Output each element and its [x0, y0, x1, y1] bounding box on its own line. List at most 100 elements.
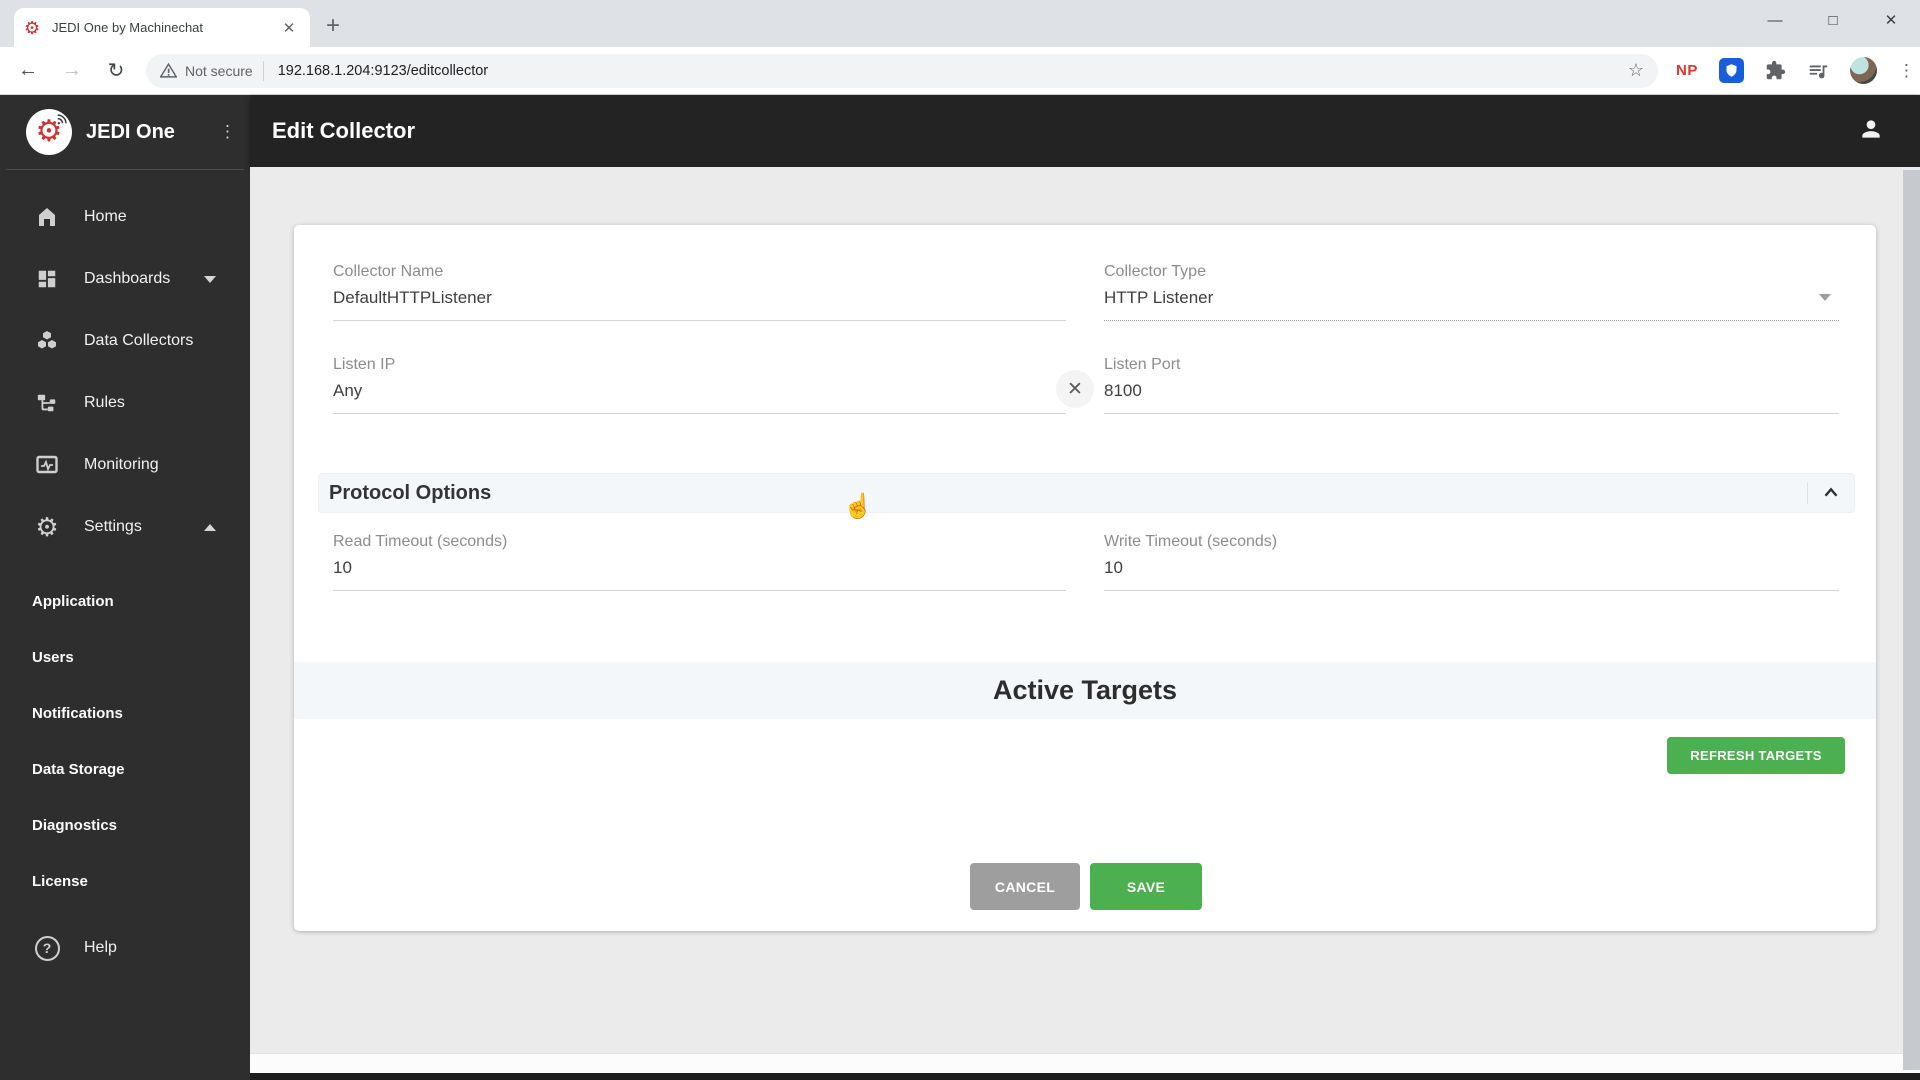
listen-port-field: Listen Port [1104, 356, 1839, 414]
sidebar-item-rules[interactable]: Rules [0, 372, 250, 434]
dropdown-caret-icon [1819, 294, 1831, 301]
jedi-one-logo-icon: ⚙ [26, 109, 72, 155]
sidebar-item-label: Dashboards [84, 270, 171, 287]
collector-name-label: Collector Name [333, 263, 444, 280]
tab-close-icon[interactable]: ✕ [278, 19, 300, 37]
sidebar-brand: ⚙ JEDI One ⋮ [0, 95, 250, 169]
back-icon[interactable]: ← [6, 59, 50, 82]
cancel-button[interactable]: CANCEL [970, 863, 1080, 910]
sub-item-label: Users [32, 648, 74, 666]
sidebar-item-dashboards[interactable]: Dashboards [0, 248, 250, 310]
sidebar-item-help[interactable]: ? Help [0, 917, 250, 979]
screen: ⚙ JEDI One by Machinechat ✕ + — □ ✕ ← → … [0, 0, 1920, 1080]
bottom-dark-strip [250, 1073, 1920, 1080]
bookmark-star-icon[interactable]: ☆ [1628, 60, 1644, 81]
signal-icon [57, 114, 67, 125]
rules-icon [34, 390, 60, 416]
protocol-options-title: Protocol Options [329, 481, 492, 504]
sidebar-item-monitoring[interactable]: Monitoring [0, 434, 250, 496]
page-title: Edit Collector [272, 118, 416, 143]
collector-type-label: Collector Type [1104, 263, 1206, 280]
brand-name: JEDI One [86, 120, 175, 143]
media-queue-icon[interactable] [1807, 60, 1829, 82]
sidebar-item-data-storage[interactable]: Data Storage [0, 741, 250, 797]
app-header: Edit Collector [250, 95, 1920, 167]
chevron-up-icon [204, 523, 216, 531]
bitwarden-shield-icon[interactable] [1718, 58, 1744, 83]
collector-type-select[interactable]: HTTP Listener [1104, 288, 1839, 321]
sub-item-label: Notifications [32, 704, 123, 722]
home-icon [34, 204, 60, 230]
sidebar-item-label: Rules [84, 394, 125, 411]
sidebar-menu-dots-icon[interactable]: ⋮ [219, 122, 236, 142]
refresh-targets-button[interactable]: REFRESH TARGETS [1667, 737, 1845, 774]
edit-collector-card: Collector Name Collector Type HTTP Liste… [294, 225, 1876, 931]
listen-ip-label: Listen IP [333, 356, 396, 373]
listen-ip-input[interactable] [333, 381, 1066, 414]
browser-menu-icon[interactable]: ⋮ [1898, 61, 1915, 81]
write-timeout-label: Write Timeout (seconds) [1104, 533, 1278, 550]
chevron-down-icon [204, 275, 216, 283]
page-scrollbar[interactable] [1903, 170, 1920, 1070]
settings-gear-icon: ⚙ [35, 511, 59, 542]
window-minimize-icon[interactable]: — [1746, 0, 1804, 40]
sidebar-divider [6, 169, 244, 170]
clear-icon[interactable]: ✕ [1056, 370, 1094, 408]
forward-icon[interactable]: → [50, 59, 94, 82]
listen-port-label: Listen Port [1104, 356, 1181, 373]
sidebar-item-label: Help [84, 939, 117, 956]
data-collectors-icon [34, 328, 60, 354]
sidebar-item-data-collectors[interactable]: Data Collectors [0, 310, 250, 372]
omnibox-divider [262, 60, 264, 81]
sidebar: ⚙ JEDI One ⋮ Home Dashboards Data Collec… [0, 95, 250, 1080]
browser-toolbar: ← → ↻ Not secure 192.168.1.204:9123/edit… [0, 47, 1920, 95]
footer-strip [250, 1053, 1920, 1073]
read-timeout-field: Read Timeout (seconds) [333, 533, 1066, 591]
main-content: Collector Name Collector Type HTTP Liste… [250, 167, 1920, 1080]
monitoring-icon [34, 452, 60, 478]
sub-item-label: Application [32, 592, 114, 610]
new-tab-button[interactable]: + [326, 13, 340, 39]
listen-port-input[interactable] [1104, 381, 1839, 414]
profile-avatar[interactable] [1849, 57, 1877, 84]
read-timeout-label: Read Timeout (seconds) [333, 533, 508, 550]
read-timeout-input[interactable] [333, 558, 1066, 591]
account-icon[interactable] [1858, 116, 1884, 147]
security-label: Not secure [185, 62, 253, 79]
sidebar-item-users[interactable]: Users [0, 629, 250, 685]
dashboards-icon [34, 266, 60, 292]
sub-item-label: Data Storage [32, 760, 125, 778]
sidebar-item-label: Data Collectors [84, 332, 194, 349]
collector-type-field: Collector Type HTTP Listener [1104, 263, 1839, 321]
sidebar-item-home[interactable]: Home [0, 186, 250, 248]
sidebar-item-label: Home [84, 208, 127, 225]
sidebar-item-application[interactable]: Application [0, 573, 250, 629]
sidebar-item-license[interactable]: License [0, 853, 250, 909]
window-close-icon[interactable]: ✕ [1862, 0, 1920, 40]
tab-title: JEDI One by Machinechat [52, 20, 204, 35]
address-bar[interactable]: Not secure 192.168.1.204:9123/editcollec… [146, 53, 1658, 88]
collector-name-input[interactable] [333, 288, 1066, 321]
extensions-puzzle-icon[interactable] [1765, 60, 1786, 81]
reload-icon[interactable]: ↻ [94, 58, 138, 83]
window-maximize-icon[interactable]: □ [1804, 0, 1862, 40]
url-text: 192.168.1.204:9123/editcollector [277, 62, 489, 79]
sidebar-item-label: Settings [84, 518, 142, 535]
browser-tab[interactable]: ⚙ JEDI One by Machinechat ✕ [14, 8, 310, 47]
collapse-chevron-icon[interactable] [1808, 482, 1854, 504]
sidebar-item-settings[interactable]: ⚙ Settings [0, 496, 250, 558]
extensions-area: NP ⋮ [1676, 57, 1915, 84]
sub-item-label: Diagnostics [32, 816, 118, 834]
protocol-options-header[interactable]: Protocol Options [318, 473, 1855, 513]
warning-icon [160, 62, 177, 78]
sidebar-nav: Home Dashboards Data Collectors Rules Mo… [0, 186, 250, 979]
sidebar-item-notifications[interactable]: Notifications [0, 685, 250, 741]
save-button[interactable]: SAVE [1090, 863, 1202, 910]
settings-submenu: Application Users Notifications Data Sto… [0, 573, 250, 909]
listen-ip-field: Listen IP ✕ [333, 356, 1094, 414]
site-favicon-icon: ⚙ [24, 17, 41, 38]
np-extension-icon[interactable]: NP [1676, 62, 1698, 79]
active-targets-band: Active Targets [294, 662, 1876, 719]
sidebar-item-diagnostics[interactable]: Diagnostics [0, 797, 250, 853]
write-timeout-input[interactable] [1104, 558, 1839, 591]
